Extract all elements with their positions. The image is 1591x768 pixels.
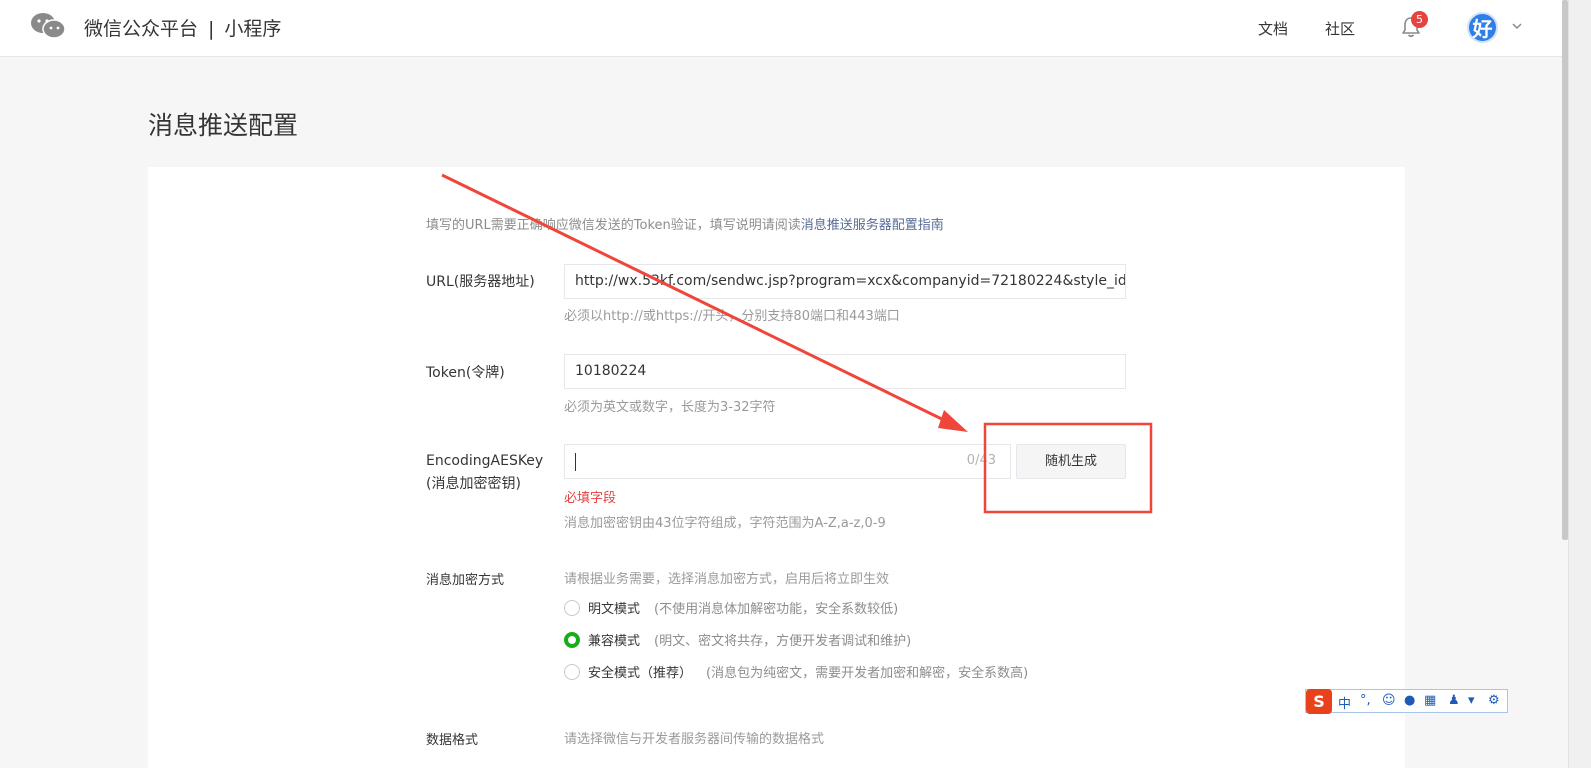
url-tip: 填写的URL需要正确响应微信发送的Token验证，填写说明请阅读消息推送服务器配… <box>426 214 944 233</box>
data-format-hint: 请选择微信与开发者服务器间传输的数据格式 <box>564 732 825 747</box>
brand-separator: | <box>208 18 215 40</box>
data-format-label: 数据格式 <box>426 733 479 748</box>
aes-label: EncodingAESKey (消息加密密钥) <box>426 453 543 493</box>
token-hint: 必须为英文或数字，长度为3-32字符 <box>564 400 776 415</box>
scrollbar-thumb[interactable] <box>1562 0 1568 540</box>
aes-label-line1: EncodingAESKey <box>426 453 544 469</box>
user-icon[interactable]: ♟ <box>1448 693 1460 708</box>
platform-brand[interactable]: 微信公众平台 | 小程序 <box>84 14 281 41</box>
token-label: Token(令牌) <box>426 365 505 381</box>
radio-compatible-mode[interactable]: 兼容模式 (明文、密文将共存，方便开发者调试和维护) <box>564 630 911 650</box>
nav-docs-link[interactable]: 文档 <box>1258 18 1288 39</box>
avatar[interactable]: 好 <box>1467 12 1498 43</box>
radio-plaintext-mode[interactable]: 明文模式 (不使用消息体加解密功能，安全系数较低) <box>564 598 898 618</box>
nav-community-link[interactable]: 社区 <box>1325 18 1355 39</box>
encrypt-mode-hint: 请根据业务需要，选择消息加密方式，启用后将立即生效 <box>564 572 890 587</box>
microphone-icon[interactable]: ● <box>1404 693 1415 708</box>
radio-button[interactable] <box>564 663 580 680</box>
token-input[interactable]: 10180224 <box>564 354 1126 389</box>
radio-button-selected[interactable] <box>564 631 580 648</box>
ime-toolbar[interactable]: S 中 °, ☺ ● ▦ ♟ ▾ ⚙ <box>1305 689 1508 714</box>
url-label: URL(服务器地址) <box>426 274 535 290</box>
page-title: 消息推送配置 <box>148 111 299 140</box>
brand-product: 小程序 <box>224 18 282 40</box>
notification-badge: 5 <box>1411 11 1428 28</box>
url-hint: 必须以http://或https://开头，分别支持80端口和443端口 <box>564 309 900 324</box>
punctuation-icon[interactable]: °, <box>1360 693 1371 708</box>
aes-char-counter: 0/43 <box>966 453 996 468</box>
chevron-down-icon[interactable] <box>1510 19 1524 33</box>
radio-label: 明文模式 <box>588 602 641 617</box>
radio-desc: (消息包为纯密文，需要开发者加密和解密，安全系数高) <box>706 666 1029 681</box>
wechat-logo-icon <box>31 13 66 39</box>
aes-key-input[interactable]: 0/43 <box>564 444 1011 479</box>
radio-label: 兼容模式 <box>588 634 641 649</box>
aes-hint: 消息加密密钥由43位字符组成，字符范围为A-Z,a-z,0-9 <box>564 516 886 531</box>
scrollbar-track[interactable] <box>1568 0 1591 768</box>
encrypt-mode-label: 消息加密方式 <box>426 573 505 588</box>
radio-label: 安全模式（推荐） <box>588 666 693 681</box>
radio-desc: (不使用消息体加解密功能，安全系数较低) <box>654 602 899 617</box>
ime-language-toggle[interactable]: 中 <box>1338 693 1351 712</box>
url-input[interactable]: http://wx.53kf.com/sendwc.jsp?program=xc… <box>564 264 1126 299</box>
aes-required-error: 必填字段 <box>564 491 617 506</box>
radio-desc: (明文、密文将共存，方便开发者调试和维护) <box>654 634 912 649</box>
emoji-icon[interactable]: ☺ <box>1382 693 1396 708</box>
sogou-logo-icon[interactable]: S <box>1306 689 1332 714</box>
brand-name: 微信公众平台 <box>84 18 199 40</box>
top-header: 微信公众平台 | 小程序 文档 社区 5 好 <box>0 0 1568 57</box>
text-cursor <box>575 453 576 471</box>
server-config-guide-link[interactable]: 消息推送服务器配置指南 <box>801 218 944 233</box>
radio-secure-mode[interactable]: 安全模式（推荐） (消息包为纯密文，需要开发者加密和解密，安全系数高) <box>564 662 1028 682</box>
aes-label-line2: (消息加密密钥) <box>426 476 521 492</box>
settings-wrench-icon[interactable]: ⚙ <box>1488 693 1500 708</box>
random-generate-button[interactable]: 随机生成 <box>1016 444 1126 479</box>
radio-button[interactable] <box>564 599 580 616</box>
skin-icon[interactable]: ▾ <box>1468 693 1475 708</box>
url-tip-text: 填写的URL需要正确响应微信发送的Token验证，填写说明请阅读 <box>426 218 801 233</box>
keyboard-icon[interactable]: ▦ <box>1424 693 1436 708</box>
